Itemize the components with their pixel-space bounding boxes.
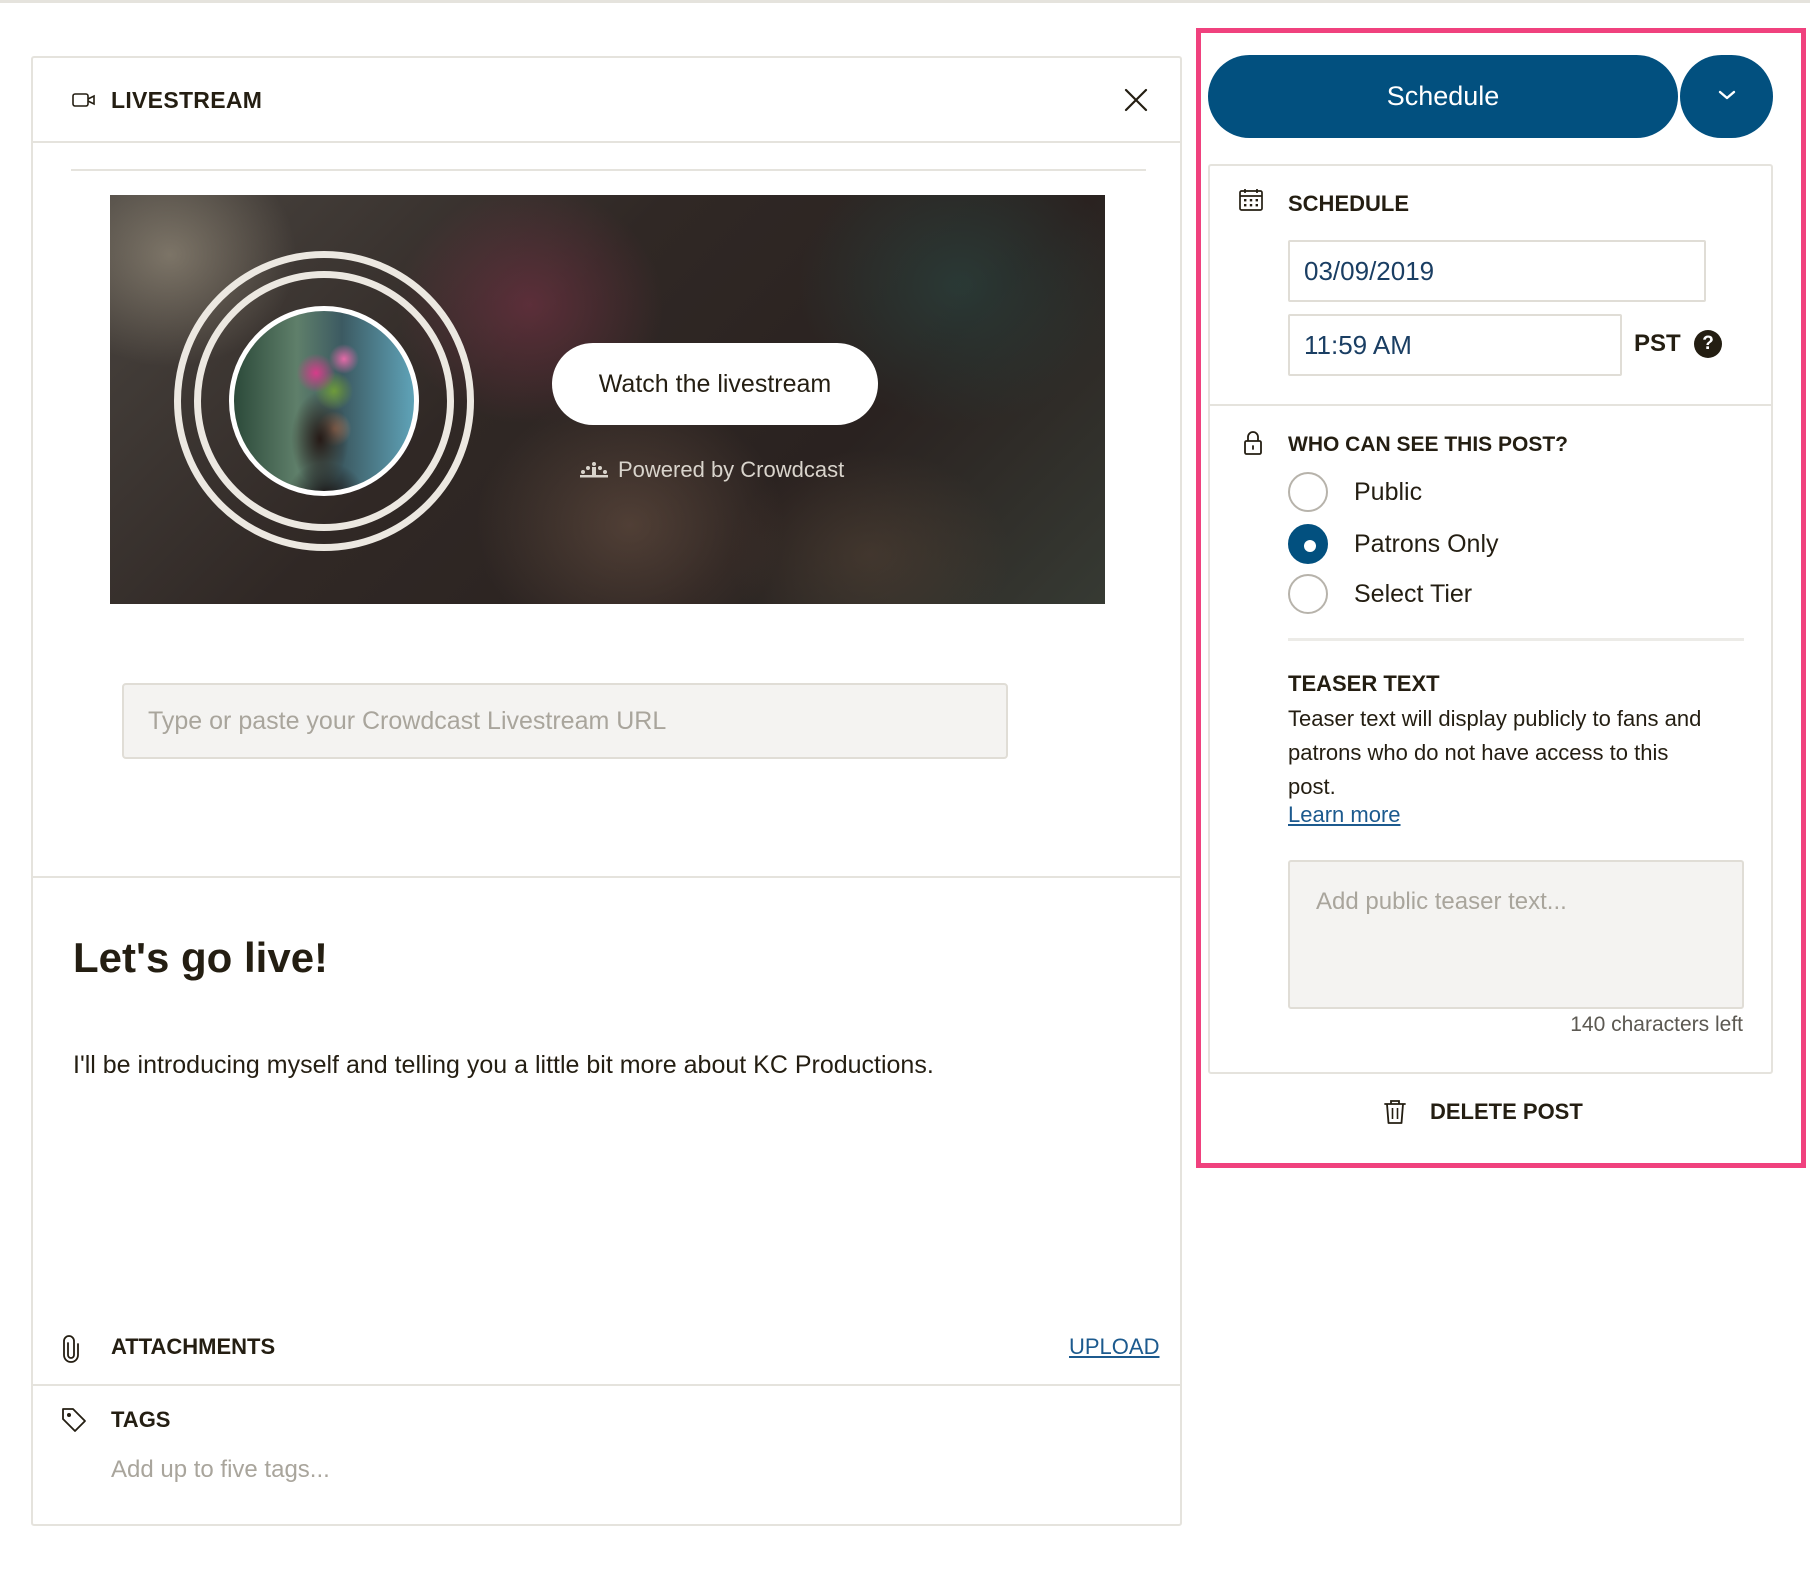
teaser-text-input[interactable] <box>1288 860 1744 1009</box>
creator-avatar <box>229 306 419 496</box>
upload-link[interactable]: UPLOAD <box>1069 1334 1159 1360</box>
radio-button[interactable] <box>1288 472 1328 512</box>
divider <box>71 169 1146 171</box>
radio-button-selected[interactable] <box>1288 524 1328 564</box>
schedule-options-button[interactable] <box>1680 55 1773 138</box>
post-editor: LIVESTREAM Watch the livestream Powered … <box>31 56 1182 1526</box>
tag-icon <box>62 1408 86 1432</box>
tags-label: TAGS <box>111 1407 171 1432</box>
livestream-url-input[interactable] <box>122 683 1008 759</box>
radio-label: Select Tier <box>1354 579 1473 608</box>
livestream-title: LIVESTREAM <box>111 87 263 113</box>
video-camera-icon <box>72 93 95 107</box>
schedule-button[interactable]: Schedule <box>1208 55 1678 138</box>
teaser-description: Teaser text will display publicly to fan… <box>1288 706 1702 799</box>
watch-livestream-button[interactable]: Watch the livestream <box>552 343 878 425</box>
livestream-banner: Watch the livestream Powered by Crowdcas… <box>110 195 1105 604</box>
visibility-option-public[interactable]: Public <box>1288 472 1422 512</box>
trash-icon <box>1384 1100 1406 1124</box>
visibility-label: WHO CAN SEE THIS POST? <box>1288 433 1569 456</box>
post-title[interactable]: Let's go live! <box>73 934 328 982</box>
learn-more-link[interactable]: Learn more <box>1288 802 1401 828</box>
divider <box>33 876 1180 878</box>
divider <box>1288 638 1744 641</box>
livestream-header: LIVESTREAM <box>33 58 1180 143</box>
radio-label: Public <box>1354 477 1423 506</box>
divider <box>1210 404 1771 406</box>
help-icon[interactable]: ? <box>1694 330 1722 358</box>
top-divider <box>0 0 1810 3</box>
post-settings: SCHEDULE PST ? WHO CAN SEE THIS POST? Pu… <box>1208 164 1773 1074</box>
time-field[interactable] <box>1288 314 1622 376</box>
powered-by: Powered by Crowdcast <box>580 457 844 483</box>
radio-button[interactable] <box>1288 574 1328 614</box>
delete-post-button[interactable]: DELETE POST <box>1382 1098 1583 1126</box>
teaser-label: TEASER TEXT <box>1288 671 1440 696</box>
paperclip-icon <box>63 1335 79 1363</box>
attachments-label: ATTACHMENTS <box>111 1334 276 1359</box>
powered-by-text: Powered by Crowdcast <box>618 457 845 482</box>
post-body[interactable]: I'll be introducing myself and telling y… <box>73 1051 934 1080</box>
schedule-label: SCHEDULE <box>1288 191 1410 216</box>
visibility-option-select-tier[interactable]: Select Tier <box>1288 574 1472 614</box>
radio-label: Patrons Only <box>1354 529 1499 558</box>
characters-left: 140 characters left <box>1570 1013 1743 1036</box>
divider <box>33 1384 1180 1386</box>
timezone-label: PST <box>1634 330 1681 357</box>
date-field[interactable] <box>1288 240 1706 302</box>
chevron-down-icon <box>1718 90 1735 100</box>
close-icon[interactable] <box>1118 82 1154 118</box>
visibility-option-patrons-only[interactable]: Patrons Only <box>1288 524 1499 564</box>
delete-post-label: DELETE POST <box>1430 1099 1583 1124</box>
tags-input[interactable] <box>111 1450 811 1490</box>
calendar-icon <box>1239 189 1263 211</box>
audience-icon <box>580 462 608 478</box>
lock-icon <box>1244 431 1262 455</box>
